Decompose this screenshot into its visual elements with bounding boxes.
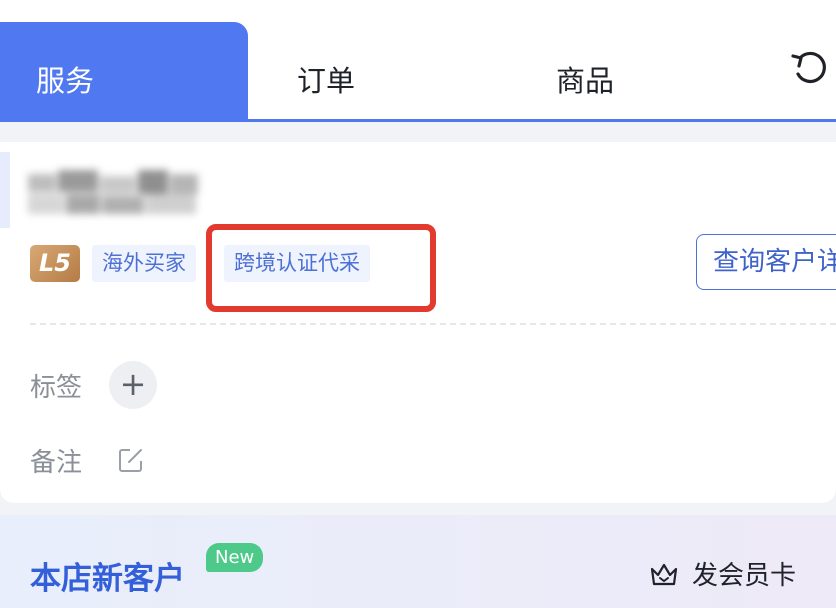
dashed-divider (30, 323, 836, 325)
tags-label: 标签 (30, 373, 83, 403)
edit-icon[interactable] (116, 445, 146, 475)
tab-service-label: 服务 (36, 64, 95, 98)
blurred-customer-name (28, 170, 198, 216)
add-tag-button[interactable]: + (109, 361, 157, 409)
level-badge: L5 (30, 245, 80, 282)
notes-label: 备注 (30, 448, 83, 478)
tab-goods[interactable]: 商品 (556, 58, 614, 100)
tab-order[interactable]: 订单 (297, 58, 355, 100)
query-customer-button[interactable]: 查询客户详情 (696, 234, 836, 290)
refresh-icon[interactable] (790, 50, 830, 90)
new-customer-title: 本店新客户 (30, 561, 185, 597)
card-edge-accent (0, 152, 10, 228)
tab-service[interactable]: 服务 (0, 22, 248, 122)
tag-overseas-buyer: 海外买家 (92, 245, 196, 282)
issue-member-card-button[interactable]: 发会员卡 (648, 555, 796, 592)
customer-card: L5 海外买家 跨境认证代采 查询客户详情 标签 + 备注 (0, 142, 836, 503)
highlight-box (206, 224, 436, 312)
new-customer-strip: 本店新客户 New 发会员卡 (0, 515, 836, 608)
new-badge: New (206, 543, 264, 572)
issue-member-card-label: 发会员卡 (692, 561, 797, 591)
tab-underline (248, 119, 836, 122)
tab-bar: 服务 订单 商品 (0, 0, 836, 122)
